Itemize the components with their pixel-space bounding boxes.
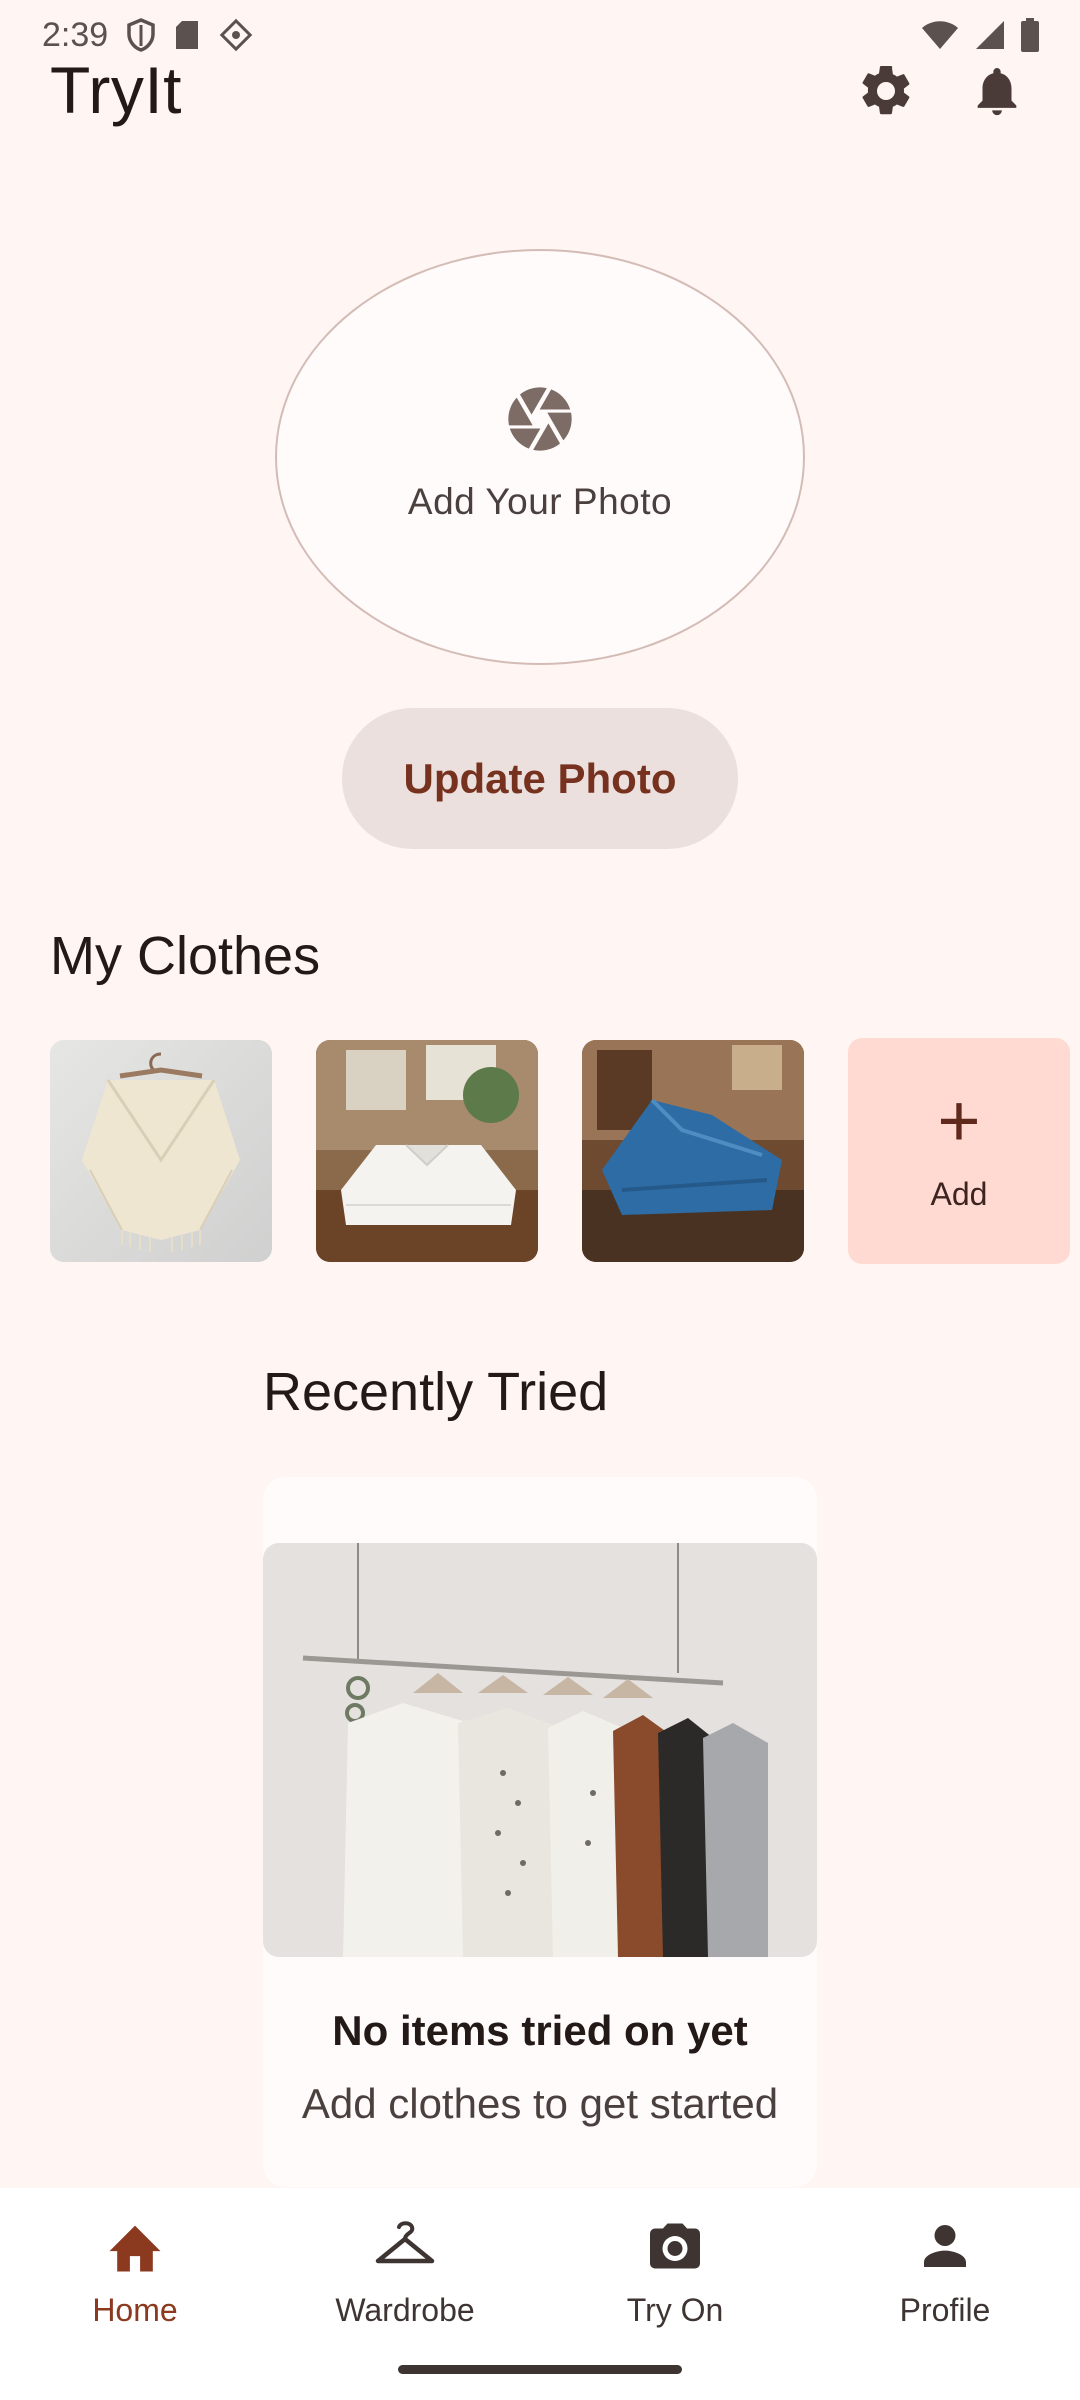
update-photo-button[interactable]: Update Photo	[342, 708, 738, 849]
nav-home[interactable]: Home	[0, 2188, 270, 2400]
add-photo-label: Add Your Photo	[407, 481, 673, 522]
clothes-item-shirt[interactable]	[316, 1040, 538, 1262]
clothes-item-jeans[interactable]	[582, 1040, 804, 1262]
add-clothes-label: Add	[930, 1175, 988, 1212]
camera-icon	[650, 2223, 700, 2269]
notifications-button[interactable]	[962, 56, 1032, 126]
nav-profile[interactable]: Profile	[810, 2188, 1080, 2400]
home-screen: 2:39 TryIt Add Your Photo Update Photo M…	[0, 0, 1080, 2400]
settings-button[interactable]	[851, 56, 921, 126]
app-title: TryIt	[50, 53, 183, 127]
app-icon	[218, 17, 254, 53]
notifications-icon	[977, 68, 1017, 116]
nav-home-label: Home	[92, 2292, 178, 2328]
empty-state-subtitle: Add clothes to get started	[301, 2080, 779, 2127]
nav-profile-label: Profile	[899, 2292, 991, 2328]
camera-shutter-icon	[508, 387, 572, 451]
home-icon	[109, 2225, 161, 2272]
battery-icon	[1020, 18, 1040, 52]
recently-tried-title: Recently Tried	[263, 1362, 609, 1422]
gesture-handle[interactable]	[398, 2365, 682, 2374]
settings-icon	[862, 65, 910, 115]
wifi-icon	[920, 19, 960, 51]
nav-wardrobe-label: Wardrobe	[335, 2292, 475, 2328]
status-left: 2:39	[42, 16, 254, 55]
person-icon	[924, 2225, 966, 2267]
shield-icon	[126, 18, 156, 52]
sd-card-icon	[174, 19, 200, 51]
add-photo-area[interactable]: Add Your Photo	[275, 249, 805, 665]
plus-icon: +	[937, 1078, 981, 1162]
empty-state-image	[263, 1543, 817, 1957]
nav-try-on-label: Try On	[626, 2292, 724, 2328]
clothes-item-poncho[interactable]	[50, 1040, 272, 1262]
status-right	[920, 18, 1040, 52]
my-clothes-title: My Clothes	[50, 926, 321, 986]
empty-state-title: No items tried on yet	[332, 2007, 748, 2054]
recently-tried-card: No items tried on yet Add clothes to get…	[263, 1477, 817, 2187]
signal-icon	[974, 19, 1006, 51]
status-time: 2:39	[42, 15, 109, 54]
hanger-icon	[375, 2221, 435, 2264]
add-clothes-button[interactable]: + Add	[848, 1038, 1070, 1264]
